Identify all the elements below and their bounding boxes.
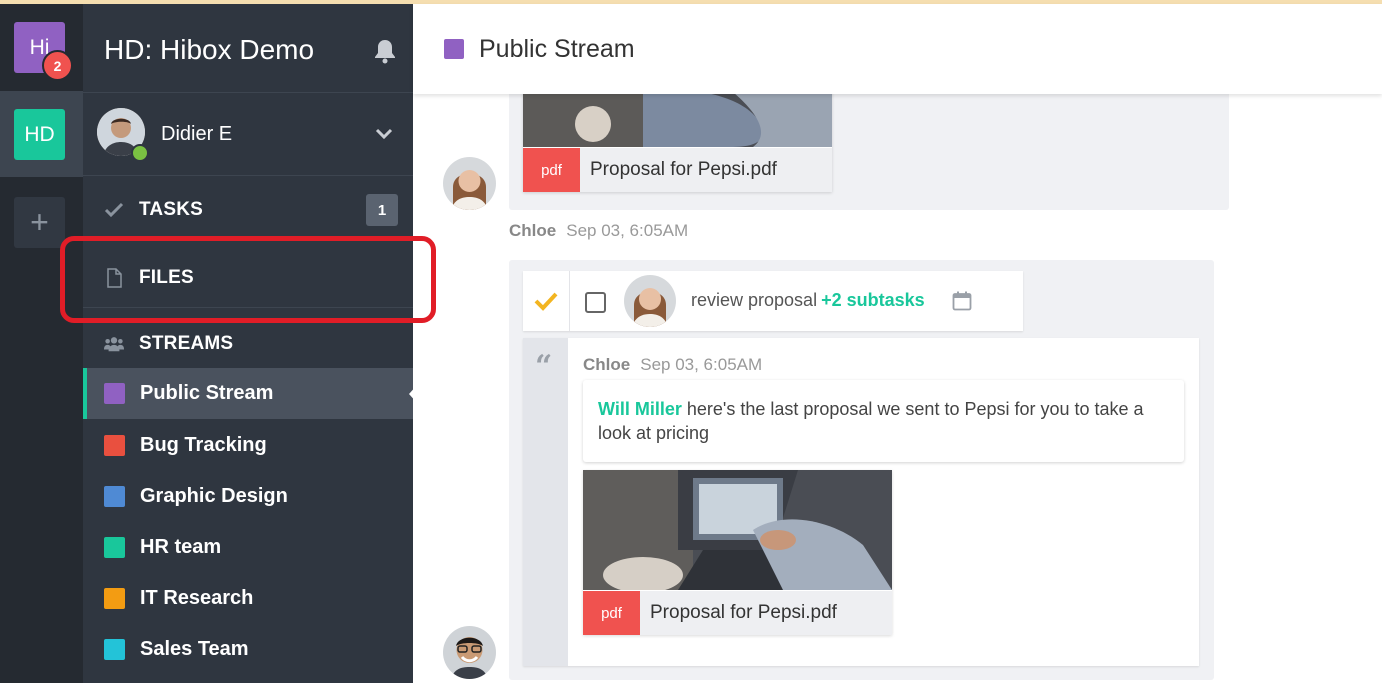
quote-text: Will Miller here's the last proposal we … <box>583 380 1184 462</box>
tasks-count-badge: 1 <box>366 194 398 226</box>
workspace-hd-label: HD <box>24 122 55 146</box>
stream-color-swatch <box>444 39 464 59</box>
file-thumbnail <box>583 470 892 590</box>
nav-tasks[interactable]: TASKS 1 <box>83 180 413 240</box>
nav-streams[interactable]: STREAMS <box>83 314 413 374</box>
stream-label: Graphic Design <box>140 485 288 507</box>
quote-icon: “ <box>535 349 553 384</box>
stream-bug-tracking[interactable]: Bug Tracking <box>83 420 413 471</box>
online-status-dot <box>131 144 149 162</box>
assignee-avatar <box>624 275 676 327</box>
user-name: Didier E <box>161 123 233 145</box>
chevron-down-icon[interactable] <box>375 128 393 140</box>
file-name[interactable]: Proposal for Pepsi.pdf <box>590 159 777 181</box>
message-bubble: pdf Proposal for Pepsi.pdf <box>509 94 1229 210</box>
quote-author[interactable]: Chloe <box>583 355 630 374</box>
file-attachment[interactable]: pdf Proposal for Pepsi.pdf <box>523 94 832 192</box>
sidebar: HD: Hibox Demo Didier E TASKS 1 FILES ST… <box>83 4 418 683</box>
quote-meta: Chloe Sep 03, 6:05AM <box>583 355 762 375</box>
task-card[interactable]: review proposal +2 subtasks <box>523 271 1023 331</box>
stream-label: Sales Team <box>140 638 249 660</box>
nav-tasks-label: TASKS <box>139 199 203 220</box>
page-title: Public Stream <box>479 35 635 63</box>
stream-color-swatch <box>104 435 125 456</box>
bell-icon[interactable] <box>373 38 397 64</box>
message-time: Sep 03, 6:05AM <box>566 221 689 240</box>
workspace-rail: Hi 2 HD + <box>0 4 83 683</box>
stream-sales-team[interactable]: Sales Team <box>83 624 413 675</box>
avatar[interactable] <box>443 626 496 679</box>
quoted-message: “ Chloe Sep 03, 6:05AM Will Miller here's… <box>523 338 1199 666</box>
subtasks-link[interactable]: +2 subtasks <box>821 290 925 310</box>
users-icon <box>104 336 124 352</box>
stream-color-swatch <box>104 486 125 507</box>
message-bubble: review proposal +2 subtasks “ Chloe Sep 03… <box>509 260 1214 680</box>
stream-color-swatch <box>104 588 125 609</box>
file-attachment[interactable]: pdf Proposal for Pepsi.pdf <box>583 470 892 635</box>
quote-time: Sep 03, 6:05AM <box>640 355 763 374</box>
quote-rail: “ <box>523 338 568 666</box>
message-feed[interactable]: pdf Proposal for Pepsi.pdf Chloe Sep 03, … <box>413 94 1382 683</box>
workspace-hd[interactable]: HD <box>14 109 65 160</box>
nav-streams-label: STREAMS <box>139 333 234 354</box>
stream-it-research[interactable]: IT Research <box>83 573 413 624</box>
stream-color-swatch <box>104 639 125 660</box>
pdf-badge: pdf <box>523 148 580 192</box>
message-author[interactable]: Chloe <box>509 221 556 240</box>
org-name: HD: Hibox Demo <box>104 34 315 65</box>
plus-icon: + <box>30 204 49 240</box>
checkmark-icon <box>104 202 124 218</box>
task-title-row[interactable]: review proposal +2 subtasks <box>691 290 925 311</box>
task-title: review proposal <box>691 290 818 310</box>
file-info-bar: pdf Proposal for Pepsi.pdf <box>583 591 892 635</box>
stream-public-stream[interactable]: Public Stream <box>83 368 418 419</box>
stream-color-swatch <box>104 383 125 404</box>
stream-graphic-design[interactable]: Graphic Design <box>83 471 413 522</box>
task-checkbox[interactable] <box>585 292 606 313</box>
user-mention[interactable]: Will Miller <box>598 399 682 419</box>
message-meta: Chloe Sep 03, 6:05AM <box>509 221 688 241</box>
file-info-bar: pdf Proposal for Pepsi.pdf <box>523 148 832 192</box>
main-panel: Public Stream pdf Proposal for Pepsi.pdf <box>413 4 1382 683</box>
notification-badge: 2 <box>42 50 73 81</box>
checkmark-icon[interactable] <box>523 271 570 331</box>
sidebar-header: HD: Hibox Demo <box>83 4 413 93</box>
file-thumbnail <box>523 94 832 147</box>
pdf-badge: pdf <box>583 591 640 635</box>
file-name[interactable]: Proposal for Pepsi.pdf <box>650 602 837 624</box>
user-menu[interactable]: Didier E <box>83 94 413 176</box>
stream-color-swatch <box>104 537 125 558</box>
stream-label: Bug Tracking <box>140 434 267 456</box>
annotation-highlight-box <box>60 236 436 323</box>
stream-label: HR team <box>140 536 222 558</box>
add-workspace-button[interactable]: + <box>14 197 65 248</box>
avatar[interactable] <box>443 157 496 210</box>
stream-label: IT Research <box>140 587 254 609</box>
stream-hr-team[interactable]: HR team <box>83 522 413 573</box>
calendar-icon[interactable] <box>952 291 972 311</box>
stream-label: Public Stream <box>140 382 274 404</box>
stream-header: Public Stream <box>413 4 1382 94</box>
